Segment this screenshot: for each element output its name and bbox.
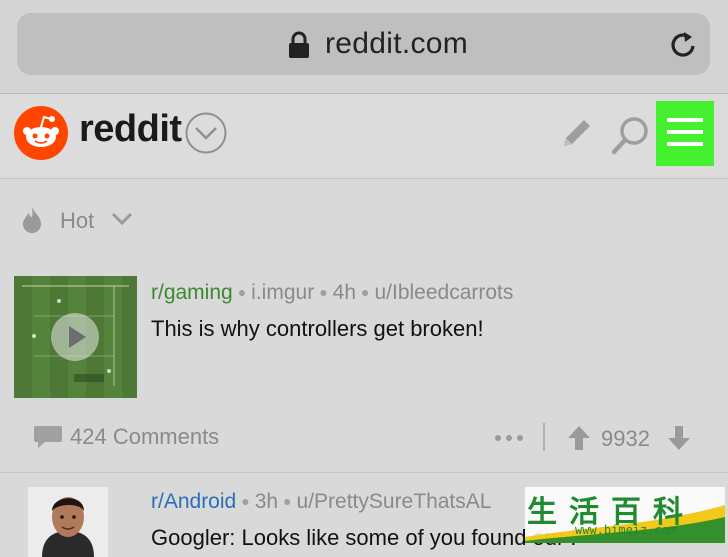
chevron-down-icon[interactable]: [184, 111, 228, 155]
upvote-arrow-icon[interactable]: [567, 425, 591, 451]
url-text: reddit.com: [325, 27, 469, 60]
browser-toolbar: reddit.com: [0, 0, 728, 94]
reload-icon[interactable]: [667, 29, 699, 61]
post-age: 3h: [254, 490, 279, 513]
separator-dot: ●: [361, 284, 370, 300]
reddit-wordmark[interactable]: reddit: [79, 108, 182, 151]
person-photo: [28, 487, 108, 557]
more-dots-icon[interactable]: [494, 434, 524, 442]
reddit-alien-icon[interactable]: [14, 106, 68, 160]
separator-dot: ●: [241, 493, 250, 509]
post-title[interactable]: This is why controllers get broken!: [151, 316, 484, 342]
hamburger-menu-icon: [667, 118, 703, 146]
play-icon[interactable]: [50, 312, 100, 362]
vote-score: 9932: [601, 426, 650, 451]
post-meta: r/Android ● 3h ● u/PrettySureThatsAL: [151, 490, 491, 514]
search-icon[interactable]: [610, 114, 652, 156]
downvote-arrow-icon[interactable]: [667, 425, 691, 451]
address-bar[interactable]: reddit.com: [17, 13, 710, 75]
comment-icon[interactable]: [33, 424, 63, 450]
post-meta: r/gaming ● i.imgur ● 4h ● u/Ibleedcarrots: [151, 281, 513, 305]
reddit-header: reddit: [0, 94, 728, 179]
subreddit-link[interactable]: r/gaming: [151, 281, 233, 304]
subreddit-link[interactable]: r/Android: [151, 490, 236, 513]
post-thumbnail[interactable]: [14, 276, 137, 398]
sort-selector[interactable]: Hot: [0, 179, 728, 259]
post-card[interactable]: r/gaming ● i.imgur ● 4h ● u/Ibleedcarrots This…: [0, 260, 728, 473]
comment-count[interactable]: 424 Comments: [70, 424, 219, 450]
lock-icon: [289, 31, 309, 58]
flame-icon: [23, 207, 41, 233]
chevron-down-icon[interactable]: [110, 210, 134, 228]
separator-dot: ●: [319, 284, 328, 300]
sort-label: Hot: [60, 208, 95, 233]
post-title[interactable]: Googler: Looks like some of you found ou…: [151, 525, 584, 551]
post-thumbnail[interactable]: [28, 487, 108, 557]
separator-dot: ●: [237, 284, 247, 300]
separator-dot: ●: [283, 493, 292, 509]
post-age: 4h: [332, 281, 357, 304]
hamburger-menu-button[interactable]: [656, 101, 714, 166]
pencil-icon[interactable]: [556, 114, 596, 154]
post-domain[interactable]: i.imgur: [251, 281, 314, 304]
author-link[interactable]: u/PrettySureThatsAL: [297, 490, 492, 513]
watermark-url: www.bimeiz.com: [575, 523, 677, 537]
vote-divider: [543, 423, 545, 451]
watermark: 生活百科 www.bimeiz.com: [525, 487, 725, 543]
author-link[interactable]: u/Ibleedcarrots: [374, 281, 513, 304]
